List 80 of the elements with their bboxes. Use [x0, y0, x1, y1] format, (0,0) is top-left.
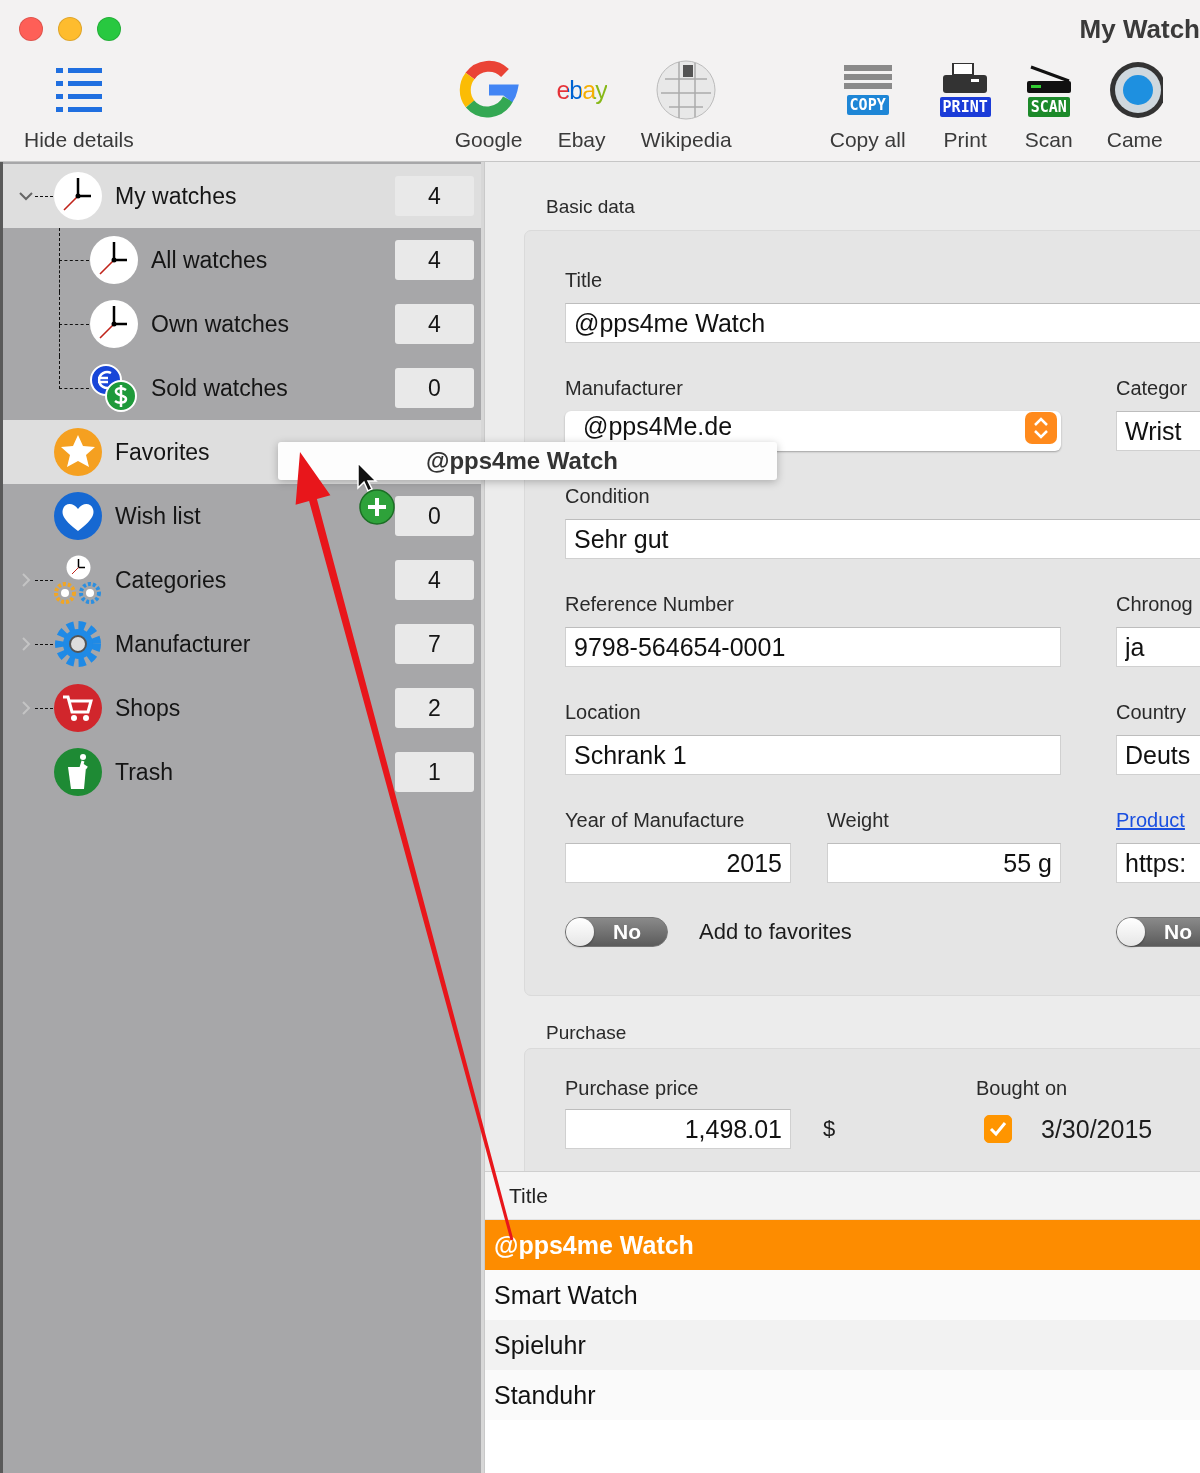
count-badge: 7: [395, 624, 474, 664]
toggle-label: Add to favorites: [699, 919, 852, 945]
sidebar-item[interactable]: Own watches 4: [3, 292, 481, 356]
field-label: Location: [565, 700, 642, 724]
toolbar-button[interactable]: Wikipedia: [640, 56, 732, 158]
field-label: Reference Number: [565, 592, 735, 616]
field-label: Weight: [827, 808, 890, 832]
field-label: Title: [565, 268, 604, 292]
count-badge: 1: [395, 752, 474, 792]
sidebar-item[interactable]: Shops 2: [3, 676, 481, 740]
sidebar-item[interactable]: Categories 4: [3, 548, 481, 612]
globe-icon: [655, 59, 718, 121]
toggle-switch[interactable]: No: [1116, 917, 1200, 947]
sidebar-item[interactable]: My watches 4: [3, 164, 481, 228]
field-label: Country: [1116, 700, 1188, 724]
plus-icon: [359, 489, 395, 525]
field-label: Categor: [1116, 376, 1189, 400]
zoom-button[interactable]: [97, 17, 121, 41]
coins-icon: [89, 363, 139, 413]
table-row[interactable]: Smart Watch: [485, 1270, 1200, 1320]
checkmark-icon: [989, 1121, 1007, 1137]
text-field[interactable]: https:: [1116, 843, 1200, 883]
text-field[interactable]: 1,498.01: [565, 1109, 791, 1149]
text-field[interactable]: Deuts: [1116, 735, 1200, 775]
link[interactable]: Product: [1116, 808, 1200, 832]
window-title: My Watch: [1079, 13, 1200, 45]
section-heading: Purchase: [545, 1022, 628, 1044]
text-field[interactable]: 2015: [565, 843, 791, 883]
minimize-button[interactable]: [58, 17, 82, 41]
clock-icon: [89, 235, 139, 285]
clock-icon: [53, 171, 103, 221]
gear-icon: [53, 619, 103, 669]
text-field[interactable]: ja: [1116, 627, 1200, 667]
text-field[interactable]: Sehr gut: [565, 519, 1200, 559]
clock-and-gears-icon: [53, 555, 103, 605]
text-field[interactable]: Wrist: [1116, 411, 1200, 451]
text-field[interactable]: @pps4me Watch: [565, 303, 1200, 343]
field-label: Year of Manufacture: [565, 808, 746, 832]
section-heading: Basic data: [545, 196, 636, 218]
currency-label: $: [823, 1116, 836, 1142]
table-row[interactable]: Spieluhr: [485, 1320, 1200, 1370]
column-header[interactable]: Title: [485, 1172, 1200, 1220]
sidebar-item[interactable]: Manufacturer 7: [3, 612, 481, 676]
toolbar-button[interactable]: SCAN Scan: [1024, 56, 1073, 158]
trash-icon: [53, 747, 103, 797]
toggle-switch[interactable]: No: [565, 917, 668, 947]
drag-tooltip: @pps4me Watch: [278, 442, 777, 480]
toolbar-button[interactable]: ebay Ebay: [556, 56, 607, 158]
count-badge: 4: [395, 560, 474, 600]
text-field[interactable]: 9798-564654-0001: [565, 627, 1061, 667]
count-badge: 4: [395, 176, 474, 216]
sidebar-item[interactable]: Trash 1: [3, 740, 481, 804]
text-field[interactable]: Schrank 1: [565, 735, 1061, 775]
sidebar-item[interactable]: Sold watches 0: [3, 356, 481, 420]
toolbar-button[interactable]: PRINT Print: [939, 56, 991, 158]
count-badge: 4: [395, 304, 474, 344]
date-value: 3/30/2015: [1041, 1114, 1153, 1144]
count-badge: 4: [395, 240, 474, 280]
field-label: Bought on: [976, 1076, 1069, 1100]
close-button[interactable]: [19, 17, 43, 41]
text-field[interactable]: 55 g: [827, 843, 1061, 883]
toolbar-button[interactable]: Hide details: [24, 56, 134, 158]
clock-icon: [89, 299, 139, 349]
count-badge: 0: [395, 496, 474, 536]
field-label: Purchase price: [565, 1076, 700, 1100]
cart-icon: [53, 683, 103, 733]
count-badge: 2: [395, 688, 474, 728]
list-icon: [53, 65, 104, 115]
toolbar-button[interactable]: Came: [1106, 56, 1163, 158]
toolbar-button[interactable]: COPY Copy all: [829, 56, 906, 158]
field-label: Chronog: [1116, 592, 1194, 616]
field-label: Condition: [565, 484, 651, 508]
field-label: Manufacturer: [565, 376, 684, 400]
sidebar-item[interactable]: All watches 4: [3, 228, 481, 292]
checkbox[interactable]: [984, 1115, 1012, 1143]
table-row[interactable]: Standuhr: [485, 1370, 1200, 1420]
stepper-icon: [1025, 412, 1057, 444]
count-badge: 0: [395, 368, 474, 408]
popup-button[interactable]: @pps4Me.de: [565, 411, 1061, 451]
toolbar-button[interactable]: Google: [454, 56, 523, 158]
